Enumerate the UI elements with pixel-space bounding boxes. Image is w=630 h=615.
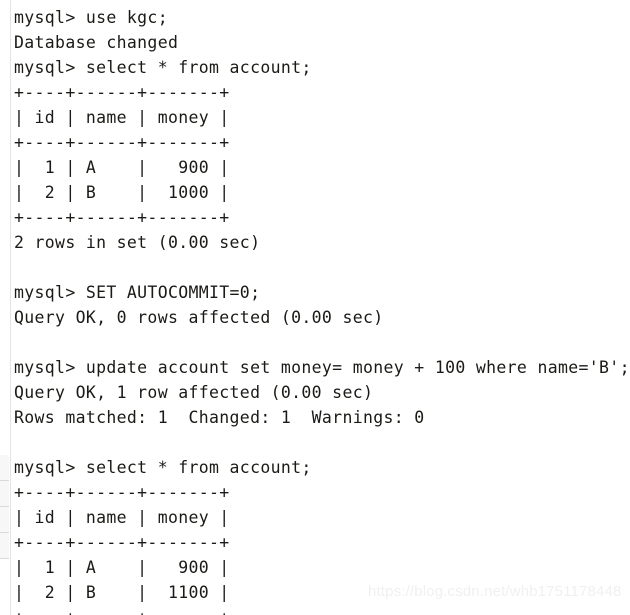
terminal-line: +----+------+-------+ [14, 483, 230, 502]
terminal-line: +----+------+-------+ [14, 83, 230, 102]
terminal-line: +----+------+-------+ [14, 533, 230, 552]
terminal-line: Database changed [14, 33, 179, 52]
terminal-line: | 1 | A | 900 | [14, 558, 230, 577]
gutter-cell [0, 533, 9, 559]
terminal-line: mysql> use kgc; [14, 8, 168, 27]
terminal-line: mysql> update account set money= money +… [14, 358, 630, 377]
terminal-line: +----+------+-------+ [14, 133, 230, 152]
terminal-line: | 2 | B | 1000 | [14, 183, 230, 202]
terminal-screenshot: mysql> use kgc; Database changed mysql> se… [0, 0, 630, 615]
terminal-line: 2 rows in set (0.00 sec) [14, 233, 261, 252]
terminal-line: mysql> SET AUTOCOMMIT=0; [14, 283, 261, 302]
gutter-cell [0, 507, 9, 533]
terminal-line: Query OK, 1 row affected (0.00 sec) [14, 383, 374, 402]
terminal-line: Rows matched: 1 Changed: 1 Warnings: 0 [14, 408, 425, 427]
terminal-line: +----+------+-------+ [14, 208, 230, 227]
terminal-line: | id | name | money | [14, 108, 230, 127]
terminal-line: | id | name | money | [14, 508, 230, 527]
watermark-text: https://blog.csdn.net/whb1751178448 [368, 583, 622, 600]
terminal-line: | 1 | A | 900 | [14, 158, 230, 177]
line-number-gutter [0, 0, 9, 615]
terminal-line: mysql> select * from account; [14, 458, 312, 477]
gutter-divider [10, 0, 11, 615]
terminal-line: Query OK, 0 rows affected (0.00 sec) [14, 308, 384, 327]
gutter-cell [0, 481, 9, 507]
gutter-cell [0, 455, 9, 481]
terminal-output: mysql> use kgc; Database changed mysql> se… [14, 5, 630, 615]
terminal-line: +----+------+-------+ [14, 605, 624, 615]
terminal-line: mysql> select * from account; [14, 58, 312, 77]
